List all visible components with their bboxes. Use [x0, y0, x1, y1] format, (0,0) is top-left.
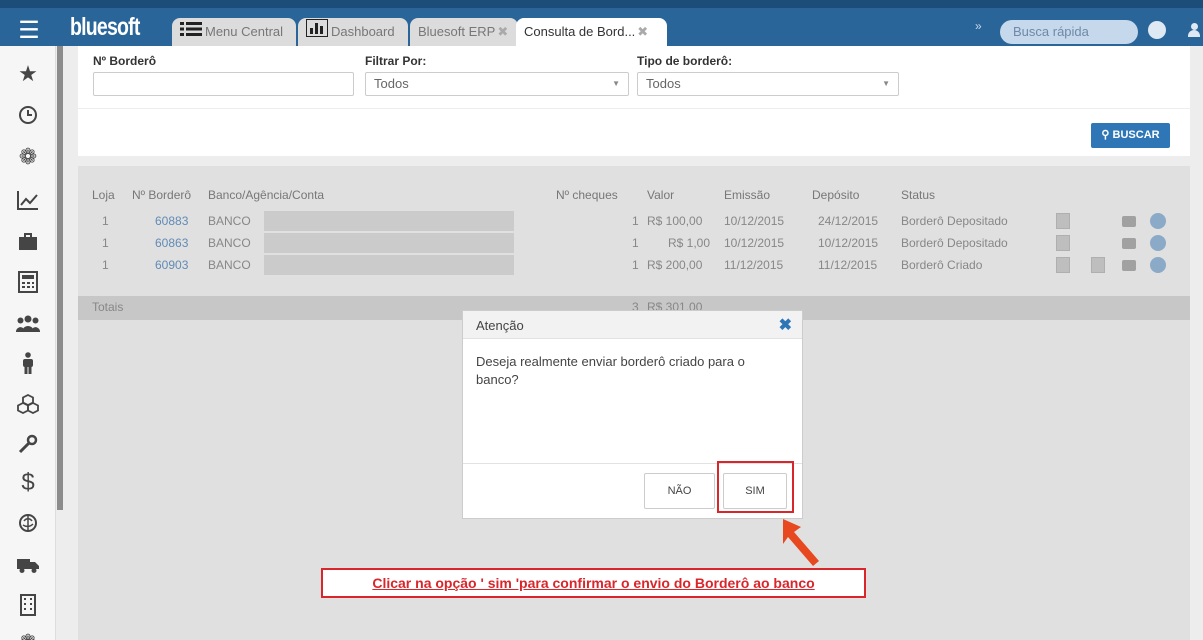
- trend-chart-icon[interactable]: [14, 186, 42, 214]
- star-icon[interactable]: ★: [14, 60, 42, 88]
- chevron-down-icon: ▼: [882, 79, 890, 88]
- logo: bluesoft: [70, 13, 140, 41]
- brain-icon[interactable]: [14, 509, 42, 537]
- annotation-callout: Clicar na opção ' sim 'para confirmar o …: [321, 568, 866, 598]
- building-icon[interactable]: [14, 591, 42, 619]
- tab-bluesoft-erp[interactable]: Bluesoft ERP ✖: [410, 18, 518, 46]
- sidebar-scrollbar[interactable]: [57, 46, 63, 510]
- filtrar-por-value: Todos: [374, 76, 409, 91]
- boxes-icon[interactable]: [14, 390, 42, 418]
- dialog-message: Deseja realmente enviar borderô criado p…: [476, 354, 745, 387]
- close-icon[interactable]: ✖: [779, 315, 792, 335]
- chevron-down-icon[interactable]: »: [975, 19, 982, 33]
- tab-label: Consulta de Bord...: [524, 24, 636, 39]
- chevron-down-icon: ▼: [612, 79, 620, 88]
- gears-icon[interactable]: ❁: [14, 629, 42, 640]
- dialog-title: Atenção: [476, 318, 524, 333]
- tab-dashboard[interactable]: Dashboard: [298, 18, 408, 46]
- dollar-icon[interactable]: $: [14, 469, 42, 497]
- search-input[interactable]: Busca rápida: [1000, 20, 1138, 44]
- tab-label: Bluesoft ERP: [418, 24, 496, 39]
- sidebar: ★ ❁ $ ❁: [0, 46, 56, 640]
- dialog-header: Atenção ✖: [463, 311, 802, 339]
- tab-label: Menu Central: [205, 24, 284, 39]
- divider: [78, 108, 1190, 109]
- annotation-arrow-icon: [783, 519, 819, 566]
- globe-icon[interactable]: [1148, 21, 1166, 39]
- nao-button[interactable]: NÃO: [644, 473, 715, 509]
- user-icon[interactable]: [1188, 23, 1200, 37]
- top-bar: ☰ bluesoft Menu Central Dashboard Blueso…: [0, 0, 1203, 54]
- bordero-input[interactable]: [93, 72, 354, 96]
- briefcase-icon[interactable]: [14, 228, 42, 256]
- close-icon[interactable]: ✖: [637, 24, 648, 39]
- users-icon[interactable]: [14, 310, 42, 338]
- annotation-highlight-box: [717, 461, 794, 513]
- clock-icon[interactable]: [14, 101, 42, 129]
- filtrar-por-select[interactable]: Todos ▼: [365, 72, 629, 96]
- buscar-label: BUSCAR: [1112, 129, 1160, 141]
- tipo-bordero-select[interactable]: Todos ▼: [637, 72, 899, 96]
- tipo-bordero-value: Todos: [646, 76, 681, 91]
- tab-label: Dashboard: [331, 24, 395, 39]
- buscar-button[interactable]: ⚲ BUSCAR: [1091, 123, 1170, 148]
- tipo-bordero-label: Tipo de borderô:: [637, 54, 733, 68]
- truck-icon[interactable]: [14, 551, 42, 579]
- calculator-icon[interactable]: [14, 268, 42, 296]
- filtrar-por-label: Filtrar Por:: [365, 54, 427, 68]
- hamburger-menu-icon[interactable]: ☰: [8, 16, 50, 46]
- close-icon[interactable]: ✖: [497, 24, 508, 39]
- bar-chart-icon: [306, 18, 328, 46]
- gear-icon[interactable]: ❁: [14, 143, 42, 171]
- list-icon: [180, 19, 202, 46]
- search-icon: ⚲: [1101, 129, 1110, 141]
- bordero-label: Nº Borderô: [93, 54, 157, 68]
- person-icon[interactable]: [14, 349, 42, 377]
- wrench-icon[interactable]: [14, 430, 42, 458]
- tab-menu-central[interactable]: Menu Central: [172, 18, 296, 46]
- filter-panel: Nº Borderô Filtrar Por: Todos ▼ Tipo de …: [78, 46, 1190, 156]
